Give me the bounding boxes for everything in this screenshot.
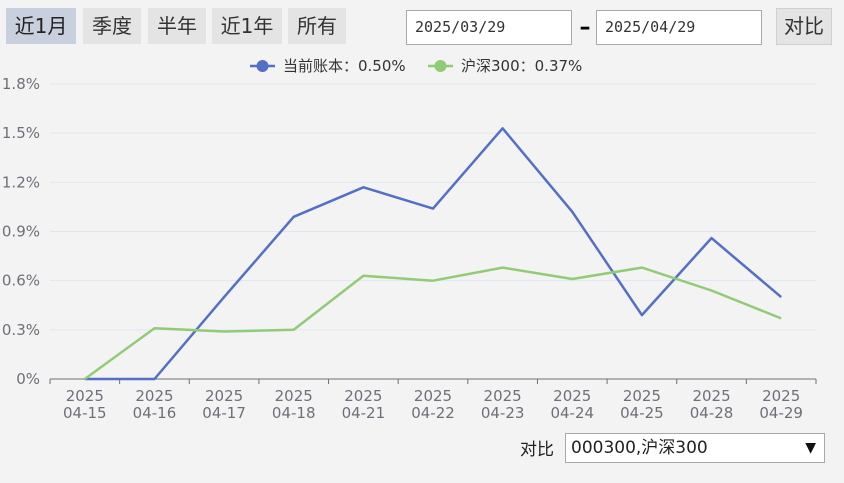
x-tick-label-date: 04-29	[759, 404, 803, 422]
start-date-input[interactable]: 2025/03/29	[406, 10, 572, 45]
chart-series	[84, 127, 783, 381]
x-tick-label-date: 04-16	[133, 404, 177, 422]
x-axis: 202504-15202504-16202504-17202504-182025…	[49, 378, 817, 422]
returns-chart: 当前账本：0.50% 沪深300：0.37% 0% 0.3% 0.6% 0.9% 1.2%…	[2, 57, 817, 422]
compare-index-select[interactable]: 000300,沪深300 ▼	[565, 433, 825, 463]
range-button-half-year[interactable]: 半年	[148, 8, 206, 44]
date-separator: –	[579, 15, 591, 40]
series-line-0	[84, 127, 783, 381]
range-button-all[interactable]: 所有	[288, 8, 346, 44]
range-button-1m[interactable]: 近1月	[6, 8, 76, 44]
x-tick-label-date: 04-18	[272, 404, 316, 422]
dropdown-arrow-icon: ▼	[805, 440, 816, 456]
y-tick-label: 1.2%	[2, 173, 40, 191]
end-date-input[interactable]: 2025/04/29	[596, 10, 762, 45]
x-tick-label-date: 04-17	[202, 404, 246, 422]
y-tick-label: 1.5%	[2, 124, 40, 142]
compare-label: 对比	[520, 440, 554, 460]
legend-marker-icon	[256, 60, 269, 72]
x-tick-label-year: 2025	[135, 387, 173, 405]
x-tick-label-year: 2025	[414, 387, 452, 405]
y-tick-label: 0%	[16, 370, 40, 388]
x-tick-label-date: 04-21	[342, 404, 386, 422]
legend-marker-icon	[434, 60, 447, 72]
range-label: 半年	[157, 14, 197, 38]
range-button-quarter[interactable]: 季度	[83, 8, 141, 44]
x-tick-label-date: 04-28	[690, 404, 734, 422]
y-tick-label: 1.8%	[2, 75, 40, 93]
series-line-1	[84, 266, 782, 381]
range-label: 近1月	[14, 14, 68, 38]
y-axis: 0% 0.3% 0.6% 0.9% 1.2% 1.5% 1.8%	[2, 75, 40, 388]
y-tick-label: 0.9%	[2, 223, 40, 241]
chart-legend[interactable]: 当前账本：0.50% 沪深300：0.37%	[250, 57, 582, 75]
y-tick-label: 0.6%	[2, 272, 40, 290]
x-tick-label-year: 2025	[205, 387, 243, 405]
y-tick-label: 0.3%	[2, 321, 40, 339]
legend-label: 沪深300：0.37%	[461, 57, 582, 75]
compare-select-value: 000300,沪深300	[571, 438, 708, 458]
x-tick-label-date: 04-25	[620, 404, 664, 422]
x-tick-label-year: 2025	[484, 387, 522, 405]
x-tick-label-date: 04-15	[63, 404, 107, 422]
range-label: 近1年	[220, 14, 274, 38]
x-tick-label-year: 2025	[762, 387, 800, 405]
x-tick-label-year: 2025	[275, 387, 313, 405]
x-tick-label-date: 04-22	[411, 404, 455, 422]
x-tick-label-year: 2025	[692, 387, 730, 405]
x-tick-label-year: 2025	[66, 387, 104, 405]
legend-label: 当前账本：0.50%	[283, 57, 406, 75]
x-tick-label-year: 2025	[623, 387, 661, 405]
range-button-1y[interactable]: 近1年	[212, 8, 282, 44]
compare-button[interactable]: 对比	[776, 8, 832, 45]
range-label: 季度	[92, 14, 132, 38]
range-label: 所有	[297, 14, 337, 38]
x-tick-label-date: 04-24	[550, 404, 594, 422]
x-tick-label-date: 04-23	[481, 404, 525, 422]
x-tick-label-year: 2025	[344, 387, 382, 405]
x-tick-label-year: 2025	[553, 387, 591, 405]
